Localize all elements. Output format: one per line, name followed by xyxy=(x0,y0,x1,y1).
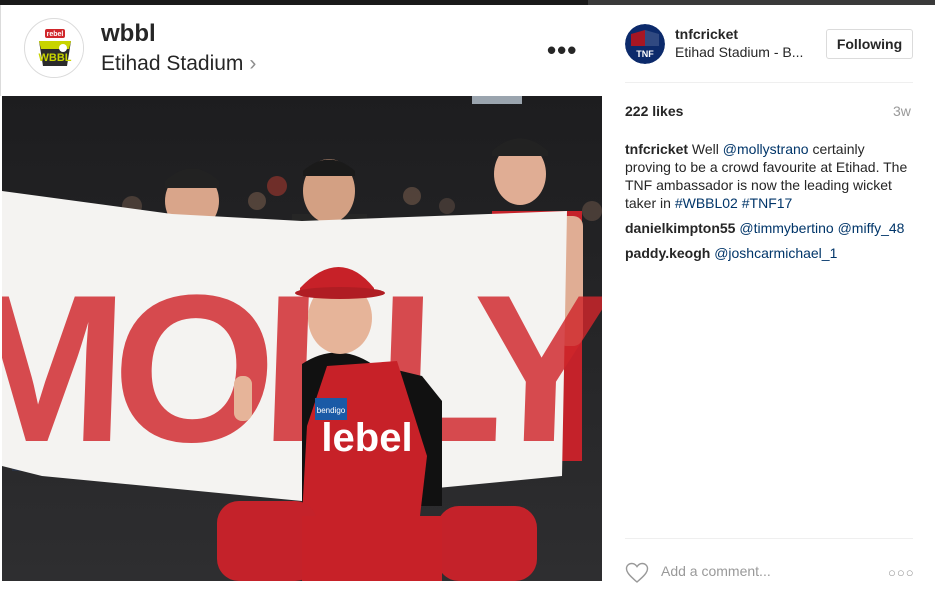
chevron-right-icon: › xyxy=(249,52,257,75)
jersey-text: lebel xyxy=(321,416,412,460)
tnf-avatar[interactable]: TNF xyxy=(625,24,665,64)
sidebar-username[interactable]: tnfcricket xyxy=(675,26,738,42)
wbbl-logo-icon: rebel WBBL xyxy=(26,20,83,77)
following-button[interactable]: Following xyxy=(826,29,913,59)
post-location[interactable]: Etihad Stadium › xyxy=(101,52,256,76)
comment-text: Well xyxy=(691,141,723,157)
more-options-button[interactable]: ••• xyxy=(547,35,577,66)
post-time[interactable]: 3w xyxy=(893,103,911,119)
post-header: rebel WBBL wbbl Etihad Stadium › ••• xyxy=(0,5,603,96)
photo-illustration: MOLLY lebel bendigo xyxy=(2,96,602,581)
post-sidebar: TNF tnfcricket Etihad Stadium - B... Fol… xyxy=(603,5,935,601)
mention-link[interactable]: @joshcarmichael_1 xyxy=(714,245,837,261)
wbbl-avatar[interactable]: rebel WBBL xyxy=(24,18,84,78)
tnf-avatar-text: TNF xyxy=(636,49,654,59)
mention-link[interactable]: @mollystrano xyxy=(723,141,809,157)
comment-item: danielkimpton55 @timmybertino @miffy_48 xyxy=(625,219,913,237)
tnf-logo-icon: TNF xyxy=(625,24,665,64)
likes-count[interactable]: 222 likes xyxy=(625,103,683,119)
post-options-button[interactable]: ○○○ xyxy=(888,565,915,580)
heart-icon[interactable] xyxy=(625,562,649,584)
header-divider xyxy=(625,82,913,83)
comment-username[interactable]: paddy.keogh xyxy=(625,245,710,261)
sponsor-text: bendigo xyxy=(317,406,346,415)
mention-link[interactable]: @miffy_48 xyxy=(838,220,905,236)
comment-username[interactable]: danielkimpton55 xyxy=(625,220,735,236)
comments-list: tnfcricket Well @mollystrano certainly p… xyxy=(625,140,913,269)
comment-item: paddy.keogh @joshcarmichael_1 xyxy=(625,244,913,262)
avatar-brand-text: rebel xyxy=(47,31,64,38)
hashtag-link[interactable]: #TNF17 xyxy=(742,195,793,211)
comment-item: tnfcricket Well @mollystrano certainly p… xyxy=(625,140,913,212)
svg-text:WBBL: WBBL xyxy=(39,52,72,64)
sidebar-location[interactable]: Etihad Stadium - B... xyxy=(675,44,803,60)
post-location-label: Etihad Stadium xyxy=(101,52,244,75)
stadium-light xyxy=(472,96,522,104)
post-photo[interactable]: MOLLY lebel bendigo xyxy=(2,96,602,581)
footer-divider xyxy=(625,538,913,539)
comment-username[interactable]: tnfcricket xyxy=(625,141,688,157)
add-comment-input[interactable]: Add a comment... xyxy=(661,563,771,579)
hashtag-link[interactable]: #WBBL02 xyxy=(675,195,738,211)
post-username[interactable]: wbbl xyxy=(101,20,156,48)
mention-link[interactable]: @timmybertino xyxy=(739,220,833,236)
